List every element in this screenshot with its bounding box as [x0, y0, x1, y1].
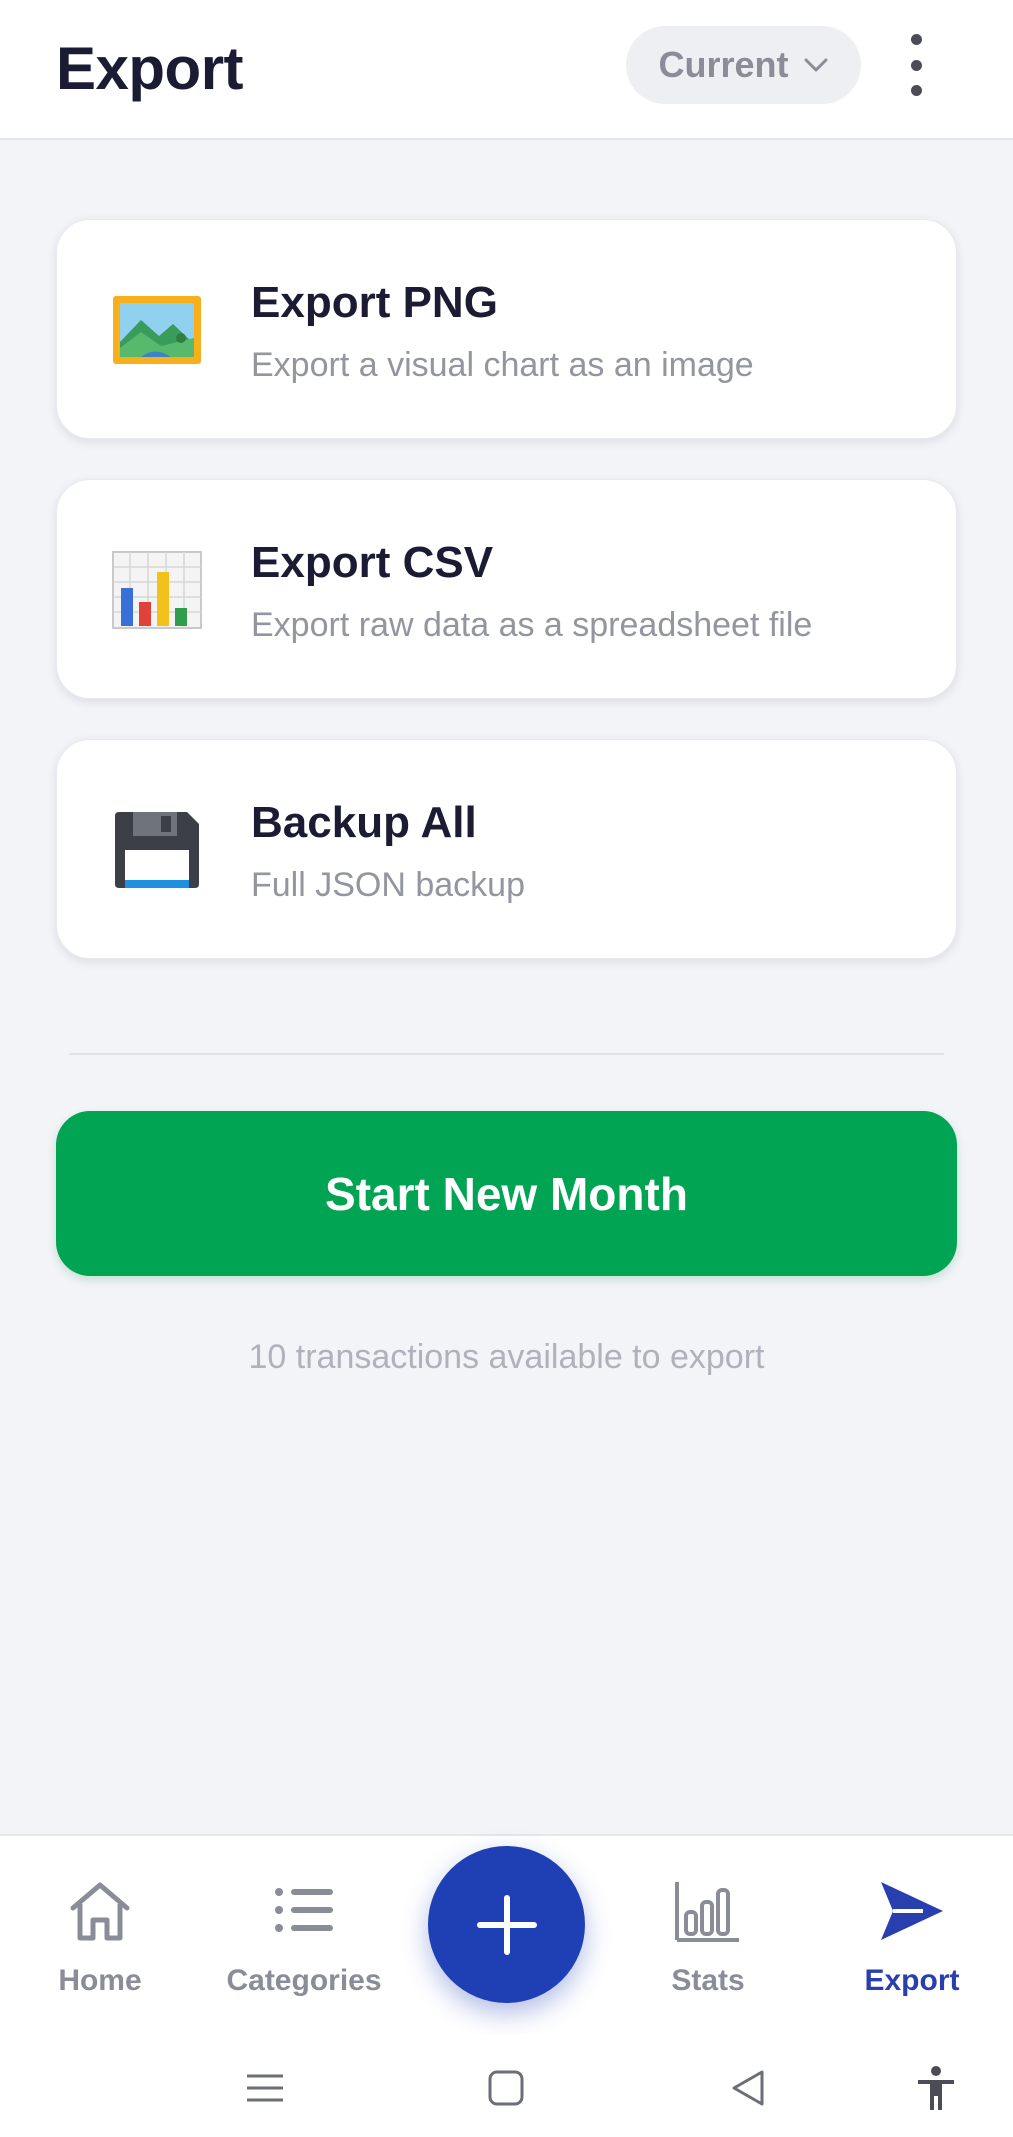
list-icon [275, 1888, 333, 1932]
option-title: Export CSV [251, 538, 494, 587]
nav-label: Home [58, 1964, 142, 1997]
accessibility-icon[interactable] [912, 2064, 960, 2112]
nav-item-home[interactable]: Home [0, 1836, 200, 2036]
page-title: Export [56, 35, 244, 102]
start-new-month-button[interactable]: Start New Month [56, 1111, 957, 1276]
section-divider [69, 1053, 944, 1055]
nav-item-categories[interactable]: Categories [204, 1836, 404, 2036]
nav-item-stats[interactable]: Stats [608, 1836, 808, 2036]
bar-chart-icon [112, 551, 202, 629]
more-vertical-icon[interactable] [896, 34, 936, 96]
period-selector[interactable]: Current [626, 26, 861, 104]
send-icon [881, 1882, 943, 1940]
option-subtitle: Export raw data as a spreadsheet file [251, 606, 813, 644]
backup-all-card[interactable]: Backup All Full JSON backup [56, 739, 957, 959]
export-png-card[interactable]: Export PNG Export a visual chart as an i… [56, 219, 957, 439]
option-title: Backup All [251, 798, 477, 847]
recent-apps-icon[interactable] [241, 2064, 289, 2112]
chevron-down-icon [804, 58, 827, 72]
option-title: Export PNG [251, 278, 498, 327]
period-label: Current [658, 44, 789, 85]
stats-icon [675, 1882, 739, 1942]
nav-item-export[interactable]: Export [812, 1836, 1012, 2036]
add-transaction-button[interactable] [428, 1846, 585, 2003]
nav-label: Export [864, 1964, 960, 1997]
plus-icon [476, 1894, 537, 1955]
home-square-icon[interactable] [482, 2064, 530, 2112]
transactions-count-note: 10 transactions available to export [248, 1338, 765, 1376]
nav-label: Stats [671, 1964, 745, 1997]
back-icon[interactable] [724, 2064, 772, 2112]
nav-label: Categories [226, 1964, 382, 1997]
option-subtitle: Export a visual chart as an image [251, 346, 754, 384]
app-header: Export Current [0, 0, 1013, 140]
export-csv-card[interactable]: Export CSV Export raw data as a spreadsh… [56, 479, 957, 699]
home-icon [70, 1882, 130, 1941]
floppy-disk-icon [115, 812, 199, 888]
system-nav-bar [0, 2034, 1013, 2137]
framed-picture-icon [113, 296, 201, 364]
option-subtitle: Full JSON backup [251, 866, 525, 904]
